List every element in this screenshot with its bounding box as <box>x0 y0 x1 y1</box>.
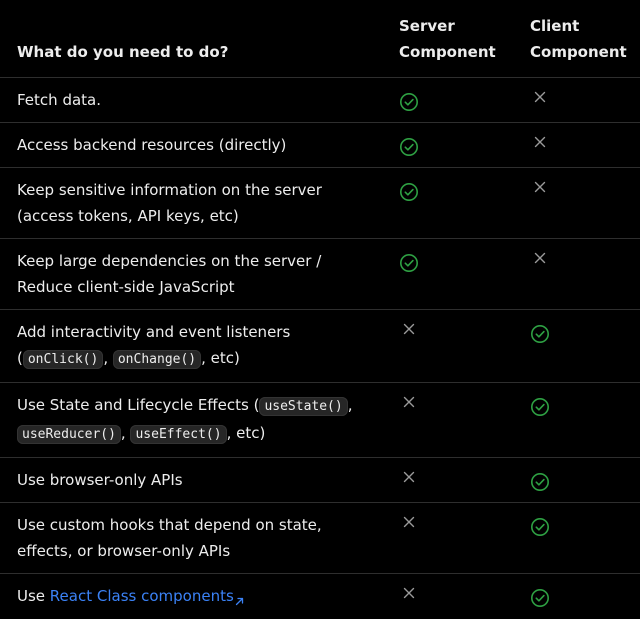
cross-icon <box>530 177 550 197</box>
code-snippet: useEffect() <box>130 425 227 444</box>
header-task: What do you need to do? <box>0 0 382 78</box>
cross-icon <box>399 319 419 339</box>
table-row: Use State and Lifecycle Effects (useStat… <box>0 382 640 458</box>
external-link-icon <box>235 588 244 614</box>
task-text: Use browser-only APIs <box>17 471 183 489</box>
code-snippet: onChange() <box>112 350 202 369</box>
server-cell <box>382 309 513 383</box>
task-cell: Use custom hooks that depend on state, e… <box>0 502 382 574</box>
cross-icon <box>399 467 419 487</box>
cross-icon <box>530 132 550 152</box>
task-cell: Access backend resources (directly) <box>0 122 382 168</box>
header-server-line1: Server <box>399 17 455 35</box>
client-cell <box>513 309 640 383</box>
cross-icon <box>399 512 419 532</box>
task-cell: Fetch data. <box>0 77 382 123</box>
task-text: , etc) <box>226 424 266 442</box>
check-icon <box>530 588 550 608</box>
header-server-component: Server Component <box>382 0 513 78</box>
comparison-table: What do you need to do? Server Component… <box>0 0 640 619</box>
code-snippet: useState() <box>259 397 348 416</box>
server-cell <box>382 167 513 239</box>
task-cell: Keep large dependencies on the server / … <box>0 238 382 310</box>
table-row: Add interactivity and event listeners (o… <box>0 309 640 383</box>
task-text: Use custom hooks that depend on state, e… <box>17 516 322 560</box>
table-row: Keep sensitive information on the server… <box>0 167 640 239</box>
check-icon <box>530 472 550 492</box>
react-class-components-link[interactable]: React Class components <box>50 587 234 605</box>
table-row: Use browser-only APIs <box>0 457 640 503</box>
server-cell <box>382 574 513 619</box>
check-icon <box>530 517 550 537</box>
header-client-component: Client Component <box>513 0 640 78</box>
check-icon <box>530 397 550 417</box>
table-row: Fetch data. <box>0 77 640 123</box>
task-text: , <box>347 396 353 414</box>
task-cell: Use React Class components <box>0 574 382 619</box>
client-cell <box>513 167 640 239</box>
table-row: Use custom hooks that depend on state, e… <box>0 502 640 574</box>
check-icon <box>399 137 419 157</box>
server-cell <box>382 502 513 574</box>
table-row: Access backend resources (directly) <box>0 122 640 168</box>
cross-icon <box>530 87 550 107</box>
task-text: Use <box>17 587 50 605</box>
server-cell <box>382 122 513 168</box>
check-icon <box>530 324 550 344</box>
check-icon <box>399 253 419 273</box>
check-icon <box>399 182 419 202</box>
table-row: Use React Class components <box>0 574 640 619</box>
task-text: Keep large dependencies on the server / … <box>17 252 322 296</box>
table-row: Keep large dependencies on the server / … <box>0 238 640 310</box>
table-header: What do you need to do? Server Component… <box>0 0 640 78</box>
cross-icon <box>399 392 419 412</box>
header-row: What do you need to do? Server Component… <box>0 0 640 78</box>
server-cell <box>382 382 513 458</box>
task-text: , etc) <box>201 349 240 367</box>
server-cell <box>382 457 513 503</box>
task-text: , <box>103 349 113 367</box>
client-cell <box>513 77 640 123</box>
client-cell <box>513 457 640 503</box>
server-cell <box>382 77 513 123</box>
task-cell: Use State and Lifecycle Effects (useStat… <box>0 382 382 458</box>
server-cell <box>382 238 513 310</box>
task-text: Use State and Lifecycle Effects ( <box>17 396 260 414</box>
client-cell <box>513 502 640 574</box>
client-cell <box>513 122 640 168</box>
header-client-line2: Component <box>530 43 627 61</box>
task-cell: Use browser-only APIs <box>0 457 382 503</box>
client-cell <box>513 574 640 619</box>
task-cell: Add interactivity and event listeners (o… <box>0 309 382 383</box>
task-text: Access backend resources (directly) <box>17 136 287 154</box>
header-server-line2: Component <box>399 43 496 61</box>
task-text: Keep sensitive information on the server… <box>17 181 322 225</box>
code-snippet: onClick() <box>22 350 104 369</box>
task-text: Fetch data. <box>17 91 101 109</box>
task-cell: Keep sensitive information on the server… <box>0 167 382 239</box>
check-icon <box>399 92 419 112</box>
cross-icon <box>399 583 419 603</box>
client-cell <box>513 382 640 458</box>
table-body: Fetch data. Access backend resources (dir… <box>0 77 640 619</box>
code-snippet: useReducer() <box>17 425 121 444</box>
cross-icon <box>530 248 550 268</box>
header-client-line1: Client <box>530 17 580 35</box>
client-cell <box>513 238 640 310</box>
